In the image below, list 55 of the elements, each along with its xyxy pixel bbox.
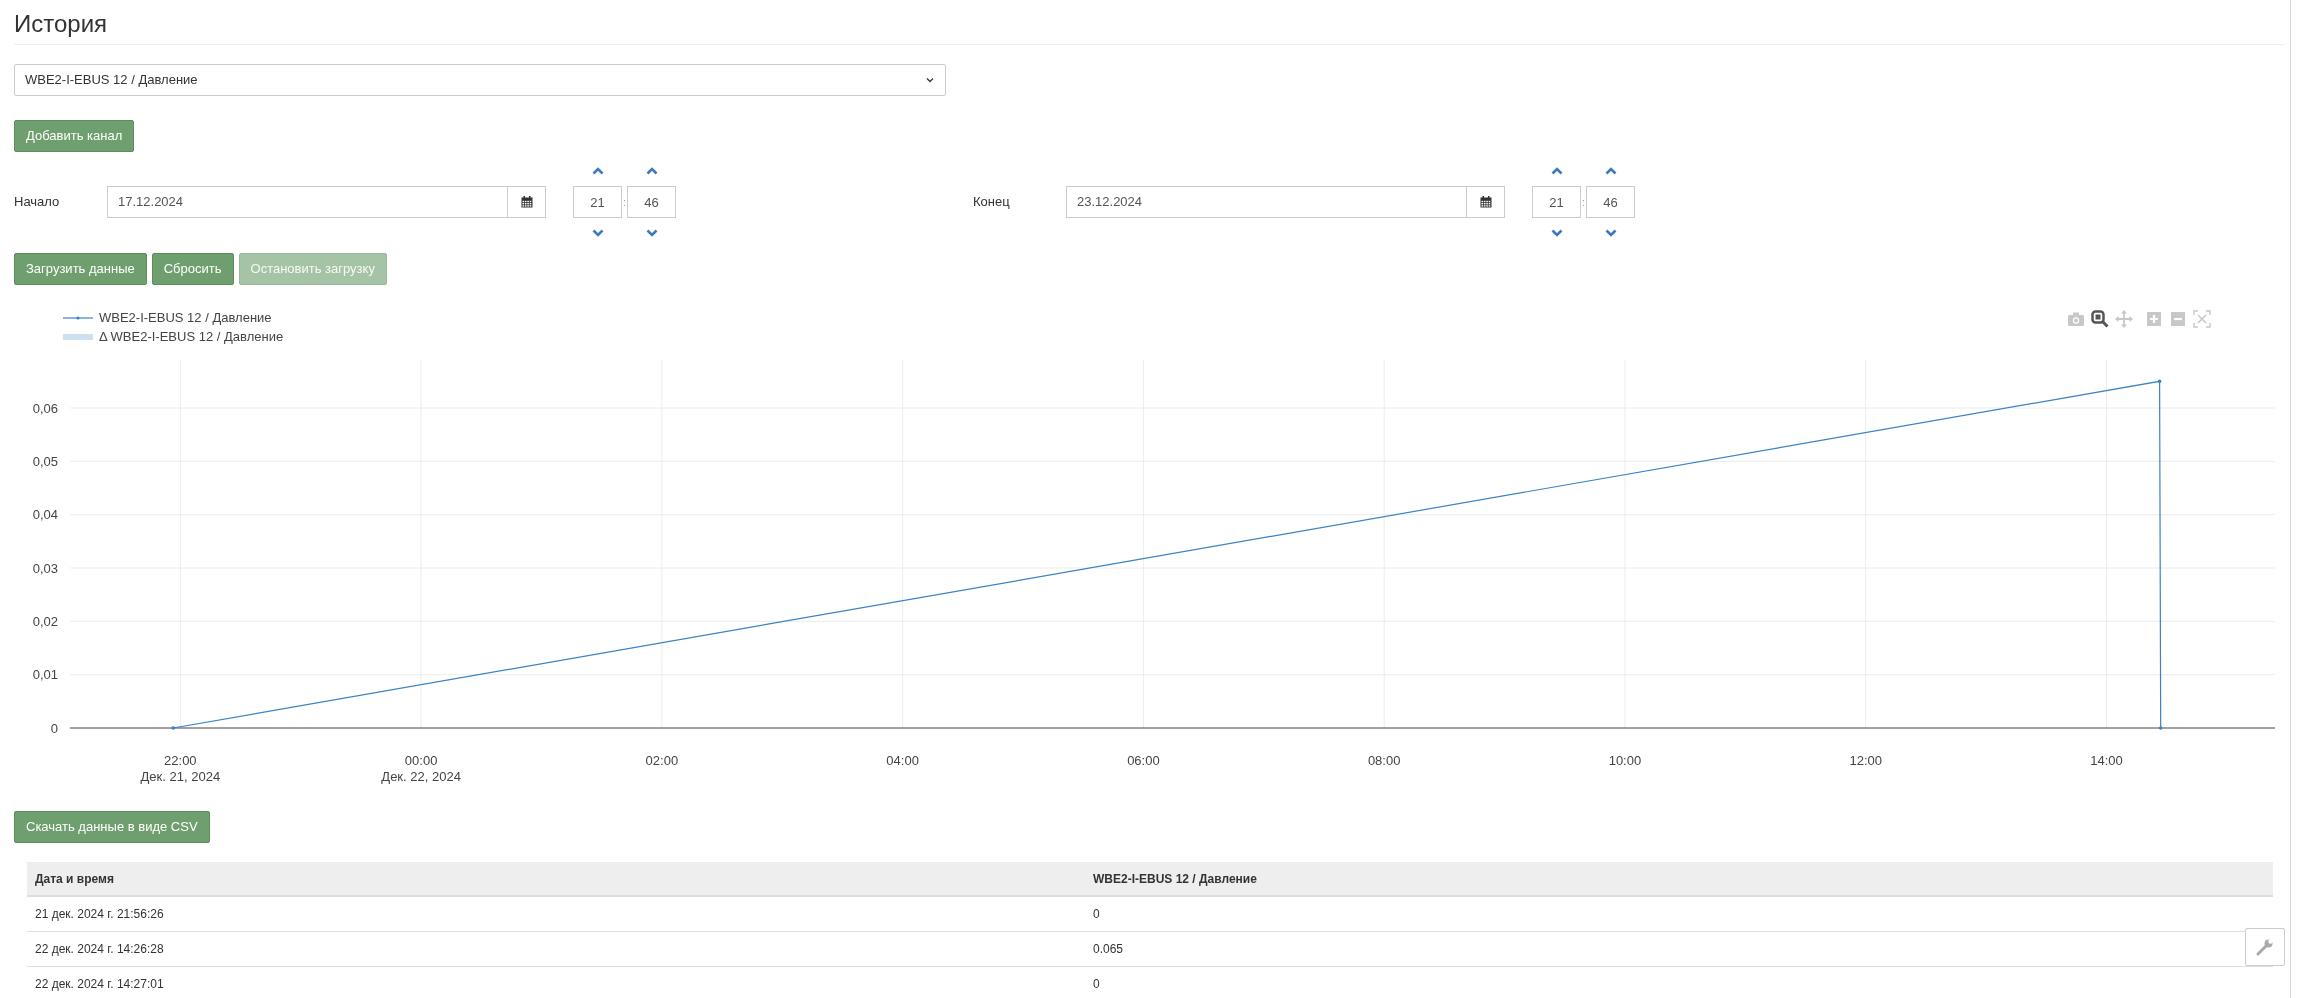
table-cell: 0	[1093, 976, 1100, 991]
x-axis-label: 06:00	[1127, 753, 1160, 768]
x-axis-label: 04:00	[886, 753, 919, 768]
column-header: WBE2-I-EBUS 12 / Давление	[1085, 862, 2273, 896]
legend-band-swatch	[63, 332, 93, 341]
minutes-field[interactable]: 46	[627, 186, 676, 218]
date-field[interactable]: 23.12.2024	[1066, 186, 1467, 218]
legend-label: Δ WBE2-I-EBUS 12 / Давление	[99, 327, 284, 346]
settings-button[interactable]	[2245, 928, 2285, 966]
date-field[interactable]: 17.12.2024	[107, 186, 508, 218]
range-label: Начало	[14, 193, 61, 212]
x-axis-label: 14:00	[2090, 753, 2123, 768]
y-axis-label: 0	[50, 720, 58, 736]
legend-label: WBE2-I-EBUS 12 / Давление	[99, 308, 272, 327]
y-axis-label: 0,01	[32, 667, 58, 683]
x-axis-label: 08:00	[1367, 753, 1401, 768]
minutes-field[interactable]: 46	[1586, 186, 1635, 218]
table-cell: 22 дек. 2024 г. 14:26:28	[35, 941, 164, 956]
y-axis-label: 0,02	[32, 613, 58, 629]
chevron-up-icon	[1550, 167, 1563, 175]
chevron-up-icon	[591, 167, 604, 175]
chevron-down-icon	[591, 229, 604, 237]
x-axis-label: 22:00 Дек. 21, 2024	[140, 753, 221, 784]
time-separator: :	[1581, 195, 1586, 210]
y-axis-label: 0,03	[32, 560, 58, 576]
hours-field[interactable]: 21	[573, 186, 622, 218]
chevron-up-icon	[645, 167, 658, 175]
x-axis-label: 10:00	[1608, 753, 1642, 768]
caret-icon	[925, 75, 935, 85]
table-cell: 21 дек. 2024 г. 21:56:26	[35, 906, 164, 921]
table-cell: 22 дек. 2024 г. 14:27:01	[35, 976, 164, 991]
y-axis-label: 0,05	[32, 453, 58, 469]
zoom-icon[interactable]	[2091, 310, 2109, 328]
channel-select[interactable]: WBE2-I-EBUS 12 / Давление	[14, 64, 946, 96]
column-header: Дата и время	[27, 862, 1085, 896]
y-axis-label: 0,04	[32, 507, 58, 523]
time-separator: :	[622, 195, 627, 210]
chevron-down-icon	[1604, 229, 1617, 237]
y-axis-label: 0,06	[32, 400, 58, 416]
page-title: История	[14, 10, 108, 37]
range-label: Конец	[973, 193, 1011, 212]
x-axis-label: 00:00 Дек. 22, 2024	[381, 753, 461, 784]
wrench-icon	[2256, 938, 2274, 956]
chevron-down-icon	[1550, 229, 1563, 237]
x-axis-label: 12:00	[1849, 753, 1882, 768]
chevron-up-icon	[1604, 167, 1617, 175]
calendar-button[interactable]	[508, 186, 546, 218]
chevron-down-icon	[645, 229, 658, 237]
x-axis-label: 02:00	[645, 753, 679, 768]
table-cell: 0	[1093, 906, 1100, 921]
calendar-icon	[520, 196, 533, 208]
table-cell: 0.065	[1093, 941, 1124, 956]
calendar-icon	[1479, 196, 1492, 208]
hours-field[interactable]: 21	[1532, 186, 1581, 218]
calendar-button[interactable]	[1467, 186, 1505, 218]
